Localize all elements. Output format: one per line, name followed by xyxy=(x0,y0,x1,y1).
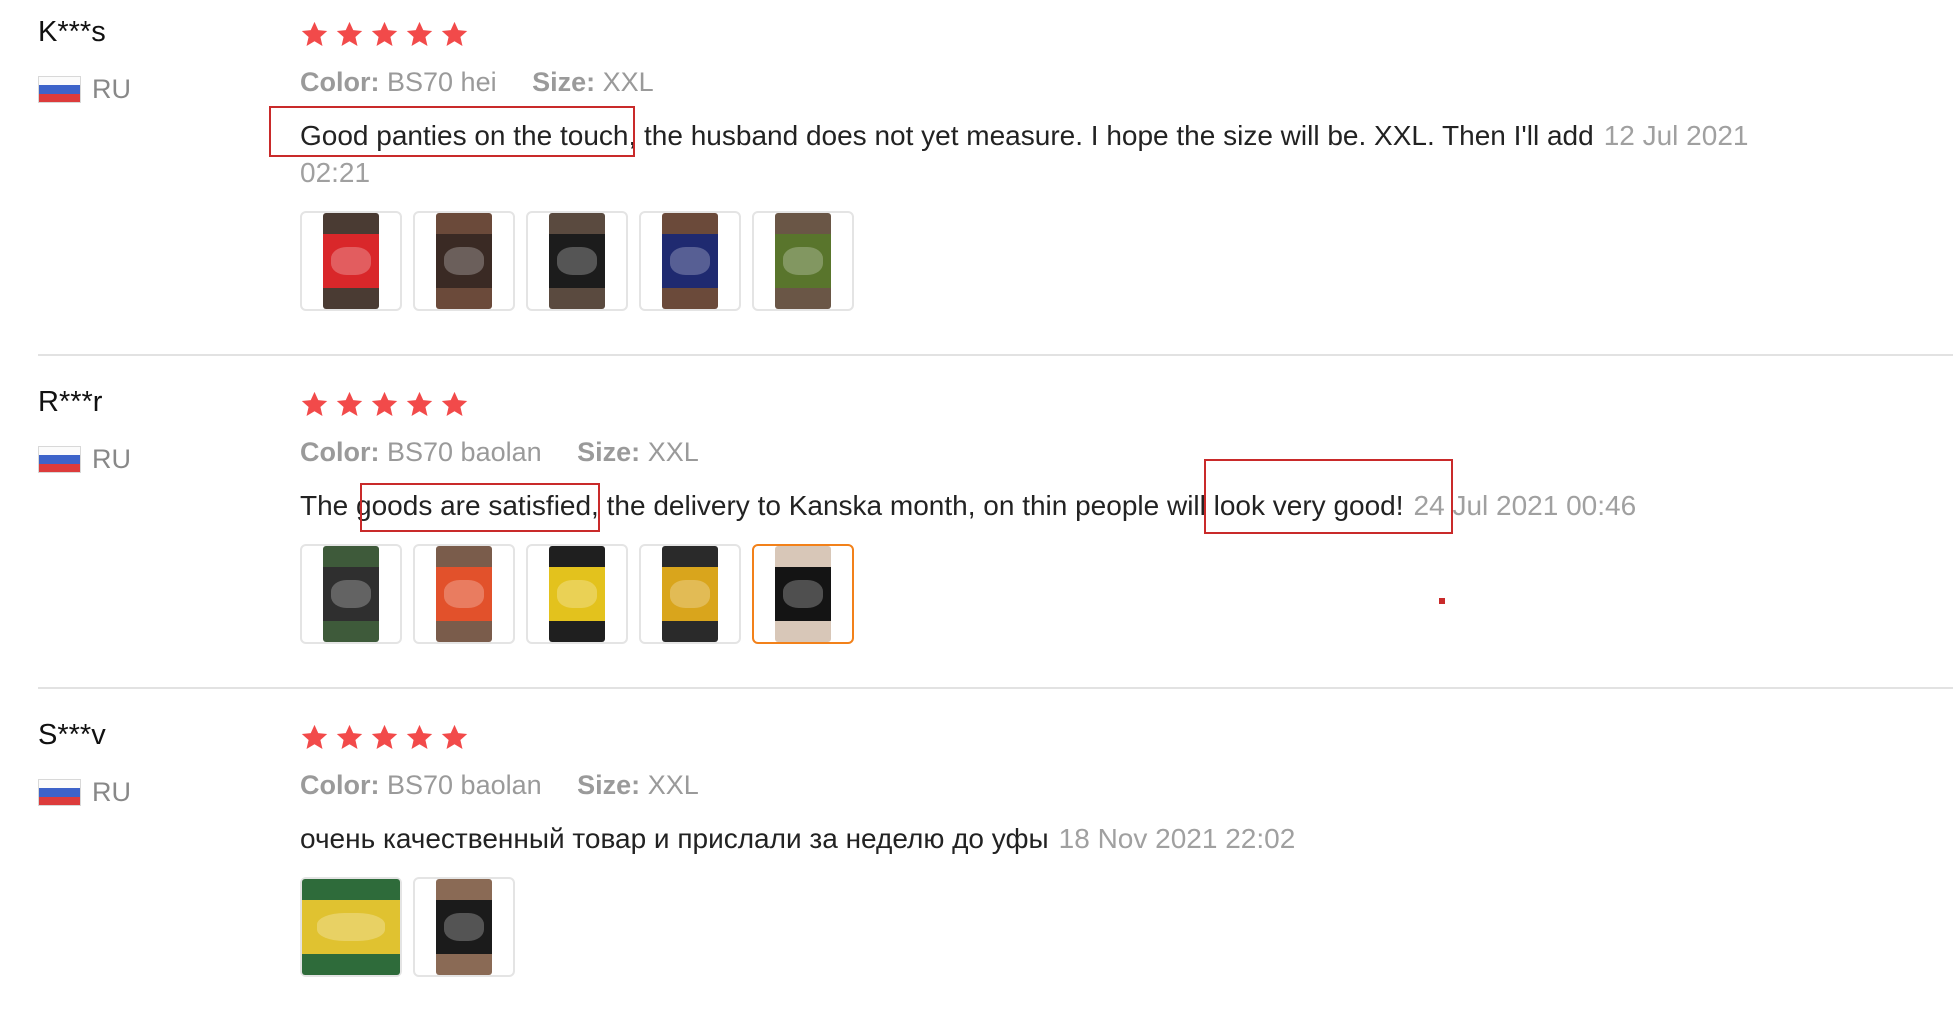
color-label: Color: xyxy=(300,67,380,97)
review-photo-thumbnail[interactable] xyxy=(526,544,628,644)
star-icon xyxy=(441,391,468,416)
review-photo-thumbnail[interactable] xyxy=(639,544,741,644)
reviewer-country: RU xyxy=(38,74,131,105)
worn-underwear-photo xyxy=(775,546,831,642)
star-icon xyxy=(336,724,363,749)
marker-dot xyxy=(1439,598,1445,604)
review-photo-thumbnail[interactable] xyxy=(413,544,515,644)
star-icon xyxy=(406,724,433,749)
color-label: Color: xyxy=(300,437,380,467)
review-text: очень качественный товар и прислали за н… xyxy=(300,820,1780,857)
star-rating xyxy=(300,723,469,752)
highlight-box xyxy=(1204,459,1453,534)
highlight-box xyxy=(269,106,635,157)
russia-flag-icon xyxy=(38,446,81,473)
reviewer-country: RU xyxy=(38,444,131,475)
review-photo-thumbnail[interactable] xyxy=(413,877,515,977)
star-icon xyxy=(301,21,328,46)
review-photo-thumbnail[interactable] xyxy=(752,544,854,644)
review-photo-thumbnail[interactable] xyxy=(413,211,515,311)
star-icon xyxy=(371,724,398,749)
review-photos xyxy=(300,877,515,977)
review-body: очень качественный товар и прислали за н… xyxy=(300,823,1049,854)
star-icon xyxy=(301,724,328,749)
country-code: RU xyxy=(92,74,131,104)
color-value: BS70 hei xyxy=(387,67,497,97)
reviewer-country: RU xyxy=(38,777,131,808)
star-icon xyxy=(336,391,363,416)
star-icon xyxy=(441,21,468,46)
brown-underwear-photo xyxy=(436,213,492,309)
star-icon xyxy=(336,21,363,46)
color-label: Color: xyxy=(300,770,380,800)
star-rating xyxy=(300,390,469,419)
review-photos xyxy=(300,211,854,311)
highlight-box xyxy=(360,483,600,532)
star-icon xyxy=(301,391,328,416)
country-code: RU xyxy=(92,444,131,474)
reviewer-name: S***v xyxy=(38,719,106,751)
size-label: Size: xyxy=(532,67,596,97)
orange-underwear-photo xyxy=(436,546,492,642)
yellow-red-underwear-photo xyxy=(549,546,605,642)
green-underwear-photo xyxy=(775,213,831,309)
review-photo-thumbnail[interactable] xyxy=(752,211,854,311)
russia-flag-icon xyxy=(38,76,81,103)
russia-flag-icon xyxy=(38,779,81,806)
review-photo-thumbnail[interactable] xyxy=(300,211,402,311)
sku-info: Color: BS70 baolan Size: XXL xyxy=(300,437,699,468)
navy-underwear-photo xyxy=(662,213,718,309)
star-icon xyxy=(441,724,468,749)
review-date: 18 Nov 2021 22:02 xyxy=(1058,823,1296,854)
star-icon xyxy=(406,391,433,416)
size-value: XXL xyxy=(647,437,699,467)
size-value: XXL xyxy=(602,67,654,97)
review-photo-thumbnail[interactable] xyxy=(300,544,402,644)
sku-info: Color: BS70 baolan Size: XXL xyxy=(300,770,699,801)
reviewer-name: K***s xyxy=(38,16,106,48)
size-label: Size: xyxy=(577,770,641,800)
yellow-black-underwear-photo xyxy=(436,879,492,975)
star-rating xyxy=(300,20,469,49)
review-photo-thumbnail[interactable] xyxy=(639,211,741,311)
yellow-black-underwear-photo xyxy=(662,546,718,642)
country-code: RU xyxy=(92,777,131,807)
size-value: XXL xyxy=(647,770,699,800)
review-photo-thumbnail[interactable] xyxy=(526,211,628,311)
package-photo xyxy=(323,546,379,642)
review-photos xyxy=(300,544,854,644)
package-photo xyxy=(302,879,400,975)
review-divider xyxy=(38,354,1953,356)
sku-info: Color: BS70 hei Size: XXL xyxy=(300,67,654,98)
reviewer-name: R***r xyxy=(38,386,103,418)
star-icon xyxy=(406,21,433,46)
color-value: BS70 baolan xyxy=(387,437,542,467)
review-photo-thumbnail[interactable] xyxy=(300,877,402,977)
black-underwear-photo xyxy=(549,213,605,309)
red-underwear-photo xyxy=(323,213,379,309)
size-label: Size: xyxy=(577,437,641,467)
color-value: BS70 baolan xyxy=(387,770,542,800)
star-icon xyxy=(371,21,398,46)
review-divider xyxy=(38,687,1953,689)
star-icon xyxy=(371,391,398,416)
